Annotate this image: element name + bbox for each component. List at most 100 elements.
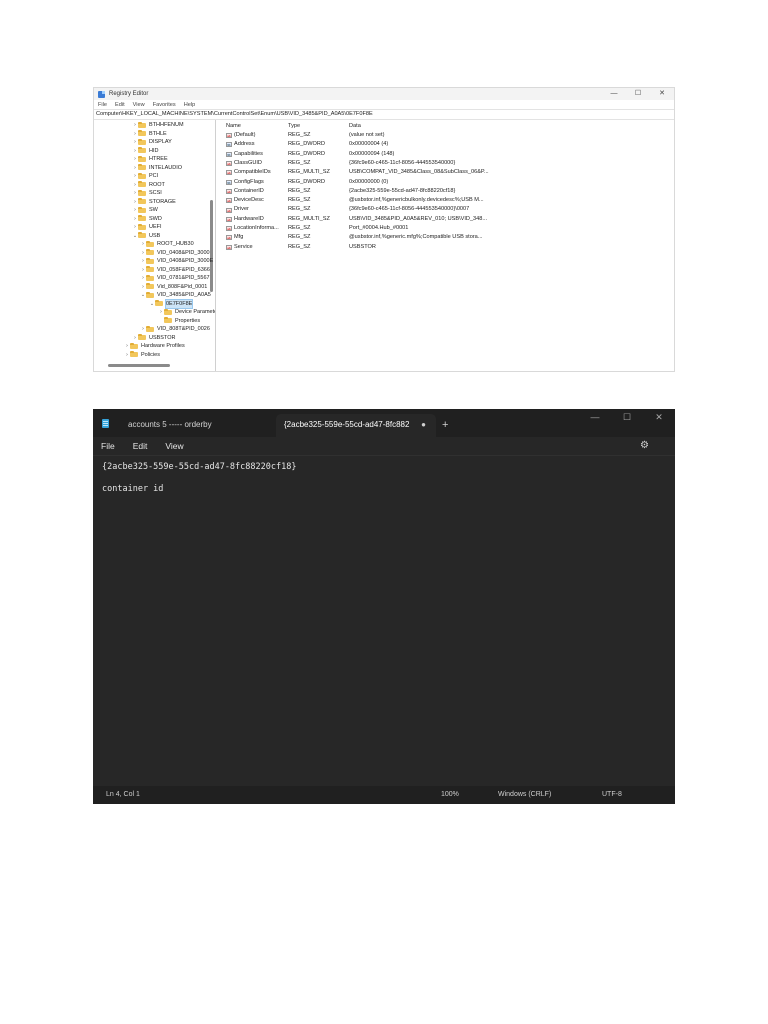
value-name-cell: ab HardwareID	[226, 215, 286, 224]
tree-item[interactable]: › Hardware Profiles	[124, 342, 185, 351]
value-row[interactable]: ab ContainerID REG_SZ {2acbe325-559e-55cd-a…	[216, 187, 674, 196]
maximize-icon[interactable]: ☐	[626, 88, 650, 100]
tree-item[interactable]: › VID_0781&PID_5567	[140, 274, 210, 283]
menu-view[interactable]: View	[133, 102, 145, 108]
value-row[interactable]: ab CompatibleIDs REG_MULTI_SZ USB\COMPAT_VI…	[216, 168, 674, 177]
value-name-cell: ab Service	[226, 243, 286, 252]
tree-item-label: BTHLE	[149, 130, 167, 137]
value-row[interactable]: ab Mfg REG_SZ @usbstor.inf,%generic.mfg%;Co…	[216, 233, 674, 242]
tree-item[interactable]: › VID_808T&PID_0026	[140, 325, 210, 334]
tree-item[interactable]: Properties	[158, 317, 200, 326]
tree-horizontal-scrollbar[interactable]	[108, 364, 170, 367]
tree-item-label: ROOT_HUB30	[157, 241, 194, 247]
tree-item[interactable]: › Vid_808F&Pid_0001	[140, 283, 207, 292]
folder-icon	[146, 266, 154, 273]
value-row[interactable]: ab HardwareID REG_MULTI_SZ USB\VID_3485&PID…	[216, 215, 674, 224]
close-icon[interactable]: ✕	[643, 409, 675, 425]
tree-item[interactable]: › SW	[132, 206, 158, 215]
value-row[interactable]: ab DeviceDesc REG_SZ @usbstor.inf,%genericb…	[216, 196, 674, 205]
column-data[interactable]: Data	[349, 122, 674, 131]
tree-item[interactable]: › USBSTOR	[132, 334, 176, 343]
tree-item[interactable]: ⌄ 0E7F0F8E	[149, 298, 194, 309]
tree-item[interactable]: › HID	[132, 147, 158, 156]
tree-vertical-scrollbar[interactable]	[210, 120, 213, 371]
tree-item-label: INTELAUDIO	[149, 164, 183, 171]
address-bar[interactable]: Computer\HKEY_LOCAL_MACHINE\SYSTEM\Curre…	[94, 109, 674, 120]
minimize-icon[interactable]: —	[579, 409, 611, 425]
encoding[interactable]: UTF-8	[602, 786, 622, 804]
text-editor[interactable]: {2acbe325-559e-55cd-ad47-8fc88220cf18} c…	[93, 455, 675, 786]
value-row[interactable]: ab LocationInforma... REG_SZ Port_#0004.Hub…	[216, 224, 674, 233]
folder-icon	[164, 317, 172, 324]
tab-label: accounts 5 ----- orderby	[128, 420, 212, 429]
menu-edit[interactable]: Edit	[115, 102, 125, 108]
value-row[interactable]: ab ClassGUID REG_SZ {36fc9e60-c465-11cf-805…	[216, 159, 674, 168]
unsaved-dot-icon[interactable]: ●	[421, 414, 426, 436]
tree-item-label: SWD	[149, 215, 162, 222]
menu-view[interactable]: View	[165, 441, 183, 451]
column-type[interactable]: Type	[288, 122, 350, 131]
tab-container-id[interactable]: {2acbe325-559e-55cd-ad47-8fc882 ●	[276, 414, 436, 437]
value-type: REG_SZ	[288, 132, 311, 138]
tree-item[interactable]: › HTREE	[132, 155, 168, 164]
tree-item[interactable]: › SWD	[132, 215, 162, 224]
line-ending[interactable]: Windows (CRLF)	[498, 786, 551, 804]
column-name[interactable]: Name	[226, 122, 286, 131]
value-name: Driver	[234, 206, 249, 213]
tree-item[interactable]: › DISPLAY	[132, 138, 172, 147]
menu-help[interactable]: Help	[184, 102, 196, 108]
value-name-cell: 01 ConfigFlags	[226, 178, 286, 187]
menu-favorites[interactable]: Favorites	[153, 102, 176, 108]
folder-icon	[138, 138, 146, 145]
menu-file[interactable]: File	[101, 441, 115, 451]
value-name: CompatibleIDs	[234, 169, 271, 176]
folder-icon	[138, 223, 146, 230]
value-data: Port_#0004.Hub_#0001	[349, 225, 409, 231]
tree-item[interactable]: › PCI	[132, 172, 158, 181]
value-row[interactable]: ab Driver REG_SZ {36fc9e60-c465-11cf-8056-4…	[216, 205, 674, 214]
new-tab-plus-icon[interactable]: +	[442, 414, 448, 436]
tree-item[interactable]: ›Device Parameters	[158, 308, 215, 317]
tree-item[interactable]: › ROOT_HUB30	[140, 240, 194, 249]
value-row[interactable]: ab Service REG_SZ USBSTOR	[216, 243, 674, 252]
value-row[interactable]: 01 Capabilities REG_DWORD 0x00000094 (148)	[216, 150, 674, 159]
value-type: REG_SZ	[288, 234, 311, 241]
registry-titlebar[interactable]: Registry Editor — ☐ ✕	[94, 88, 674, 100]
tab-accounts[interactable]: accounts 5 ----- orderby	[120, 414, 284, 437]
tree-item[interactable]: › UEFI	[132, 223, 162, 232]
value-name: Mfg	[234, 234, 244, 241]
tree-item[interactable]: › STORAGE	[132, 198, 176, 207]
value-row[interactable]: ab (Default) REG_SZ (value not set)	[216, 131, 674, 140]
maximize-icon[interactable]: ☐	[611, 409, 643, 425]
binary-value-icon: 01	[226, 179, 232, 185]
tree-item[interactable]: › BTHHFENUM	[132, 121, 184, 130]
value-data: USBSTOR	[349, 243, 376, 250]
tree-item[interactable]: › ROOT	[132, 181, 165, 190]
tree-item[interactable]: ⌄ VID_3485&PID_A0A5	[140, 291, 211, 300]
tree-item[interactable]: › SCSI	[132, 189, 162, 198]
tree-item[interactable]: › VID_0408&PID_3000	[140, 249, 210, 258]
tree-item[interactable]: › INTELAUDIO	[132, 164, 182, 173]
tree-item-label: STORAGE	[149, 198, 176, 205]
tree-item[interactable]: › BTHLE	[132, 130, 167, 139]
tree-item[interactable]: › Policies	[124, 351, 160, 360]
tree-scroll-thumb[interactable]	[210, 200, 213, 292]
minimize-icon[interactable]: —	[602, 88, 626, 100]
menu-file[interactable]: File	[98, 102, 107, 108]
registry-editor-window: Registry Editor — ☐ ✕ File Edit View Fav…	[93, 87, 675, 372]
tree-item[interactable]: › VID_058F&PID_6366	[140, 266, 210, 275]
string-value-icon: ab	[226, 198, 232, 204]
value-row[interactable]: 01 Address REG_DWORD 0x00000004 (4)	[216, 140, 674, 149]
registry-title: Registry Editor	[109, 91, 149, 97]
close-icon[interactable]: ✕	[650, 88, 674, 100]
menu-edit[interactable]: Edit	[133, 441, 148, 451]
tree-item[interactable]: › VID_0408&PID_3000E	[140, 257, 213, 266]
cursor-position[interactable]: Ln 4, Col 1	[106, 786, 140, 804]
tree-item-label: HID	[149, 147, 159, 154]
tree-item[interactable]: ⌄ USB	[132, 232, 160, 241]
value-row[interactable]: 01 ConfigFlags REG_DWORD 0x00000000 (0)	[216, 178, 674, 187]
settings-gear-icon[interactable]: ⚙	[640, 440, 649, 451]
value-data: (value not set)	[349, 132, 385, 138]
zoom-level[interactable]: 100%	[441, 786, 459, 804]
value-data: 0x00000004 (4)	[349, 141, 389, 148]
